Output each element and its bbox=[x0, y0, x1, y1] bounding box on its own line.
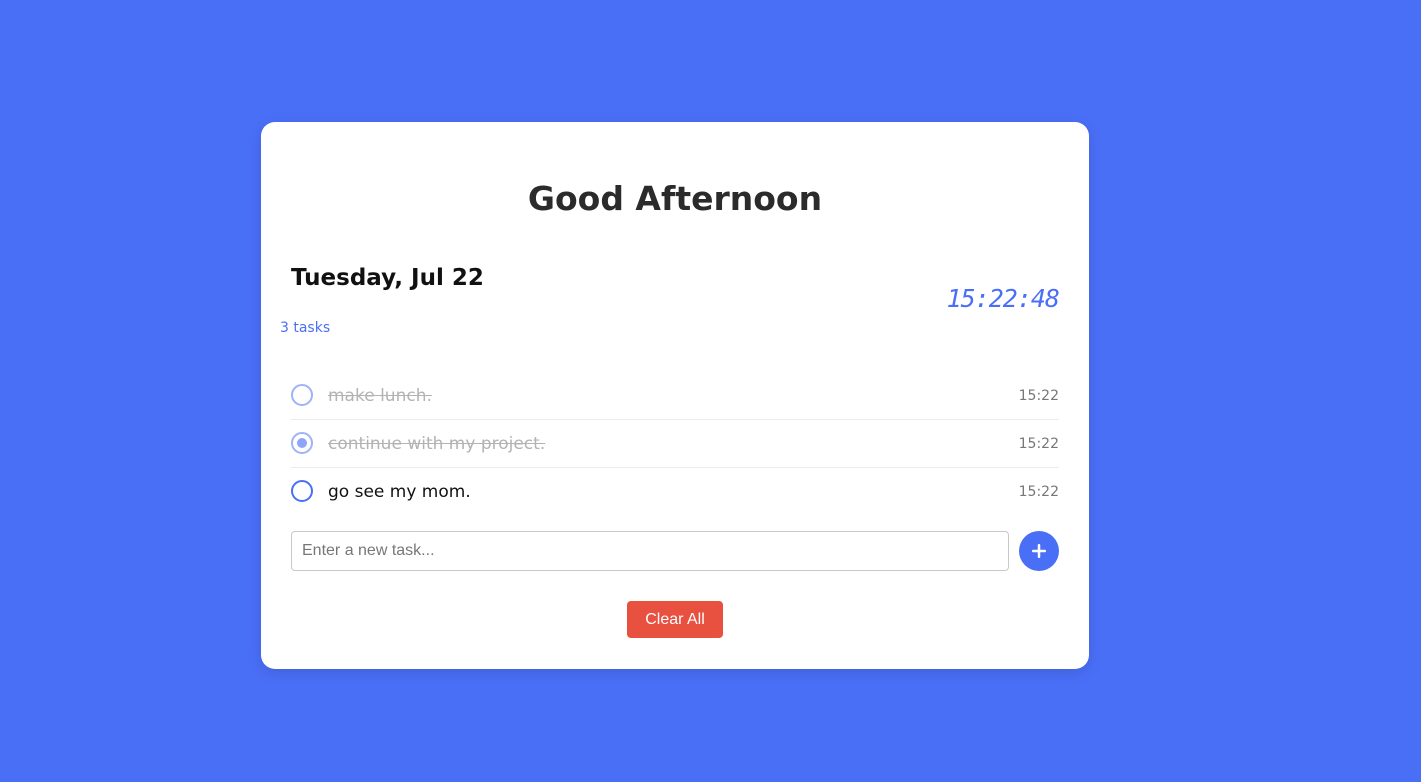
task-list: make lunch. 15:22 continue with my proje… bbox=[291, 372, 1059, 516]
task-item[interactable]: go see my mom. 15:22 bbox=[291, 468, 1059, 516]
task-text: make lunch. bbox=[328, 386, 432, 406]
task-toggle-circle[interactable] bbox=[291, 384, 313, 406]
task-time: 15:22 bbox=[1018, 484, 1059, 500]
task-toggle-circle[interactable] bbox=[291, 480, 313, 502]
task-time: 15:22 bbox=[1018, 388, 1059, 404]
date-label: Tuesday, Jul 22 bbox=[291, 265, 484, 291]
add-task-button[interactable] bbox=[1019, 531, 1059, 571]
task-count: 3 tasks bbox=[280, 320, 331, 336]
greeting-heading: Good Afternoon bbox=[527, 179, 823, 218]
clear-all-button[interactable]: Clear All bbox=[627, 601, 723, 638]
digital-clock: 15:22:48 bbox=[946, 284, 1060, 313]
todo-card: Good Afternoon Tuesday, Jul 22 15:22:48 … bbox=[261, 122, 1089, 669]
task-time: 15:22 bbox=[1018, 436, 1059, 452]
task-item[interactable]: continue with my project. 15:22 bbox=[291, 420, 1059, 468]
plus-icon bbox=[1032, 544, 1046, 558]
task-text: go see my mom. bbox=[328, 482, 471, 502]
task-text: continue with my project. bbox=[328, 434, 546, 454]
task-item[interactable]: make lunch. 15:22 bbox=[291, 372, 1059, 420]
new-task-input[interactable] bbox=[291, 531, 1009, 571]
task-toggle-circle[interactable] bbox=[291, 432, 313, 454]
